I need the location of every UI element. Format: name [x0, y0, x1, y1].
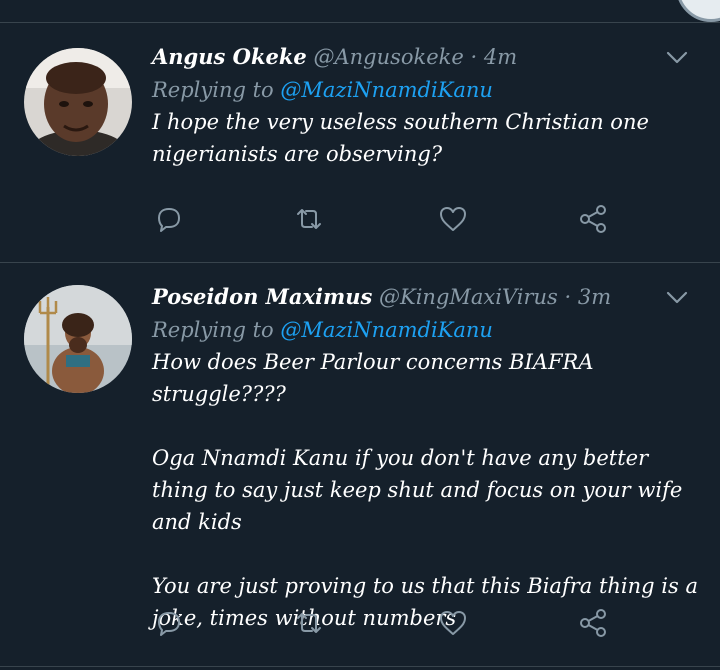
retweet-button[interactable] — [292, 606, 332, 646]
tweet-actions — [152, 606, 622, 646]
tweet-text: I hope the very useless southern Christi… — [152, 106, 700, 170]
chevron-down-icon — [666, 51, 688, 64]
author-name[interactable]: Angus Okeke — [152, 44, 307, 69]
retweet-icon — [297, 209, 321, 229]
divider-bottom — [0, 666, 720, 667]
share-icon — [580, 205, 606, 233]
mention-link[interactable]: @MaziNnamdiKanu — [280, 318, 493, 342]
tweet-menu-button[interactable] — [662, 282, 692, 312]
reply-button[interactable] — [152, 202, 192, 242]
like-button[interactable] — [436, 606, 476, 646]
separator-dot: · — [470, 45, 478, 69]
share-button[interactable] — [576, 202, 616, 242]
tweet-paragraph: How does Beer Parlour concerns BIAFRA st… — [152, 350, 594, 406]
speech-bubble-icon — [158, 612, 180, 636]
replying-to-label: Replying to — [152, 318, 274, 342]
timestamp[interactable]: 4m — [484, 45, 517, 69]
mention-link[interactable]: @MaziNnamdiKanu — [280, 78, 493, 102]
replying-to-line: Replying to @MaziNnamdiKanu — [152, 74, 700, 106]
replying-to-line: Replying to @MaziNnamdiKanu — [152, 314, 700, 346]
tweet-actions — [152, 202, 622, 242]
replying-to-label: Replying to — [152, 78, 274, 102]
tweet-menu-button[interactable] — [662, 42, 692, 72]
tweet-2[interactable]: Poseidon Maximus @KingMaxiVirus · 3m Rep… — [0, 263, 720, 670]
tweet-paragraph: Oga Nnamdi Kanu if you don't have any be… — [152, 446, 683, 534]
reply-button[interactable] — [152, 606, 192, 646]
chevron-down-icon — [666, 291, 688, 304]
heart-icon — [440, 207, 466, 231]
avatar[interactable] — [24, 48, 132, 156]
timestamp[interactable]: 3m — [578, 285, 611, 309]
retweet-icon — [297, 613, 321, 633]
retweet-button[interactable] — [292, 202, 332, 242]
tweet-1[interactable]: Angus Okeke @Angusokeke · 4m Replying to… — [0, 22, 720, 262]
corner-fab-edge[interactable] — [676, 0, 720, 22]
speech-bubble-icon — [158, 208, 180, 232]
author-name[interactable]: Poseidon Maximus — [152, 284, 372, 309]
avatar-photo-angus — [24, 48, 132, 156]
author-handle[interactable]: @KingMaxiVirus — [379, 285, 558, 309]
author-handle[interactable]: @Angusokeke — [313, 45, 463, 69]
tweet-text: How does Beer Parlour concerns BIAFRA st… — [152, 346, 700, 634]
share-icon — [580, 609, 606, 637]
heart-icon — [440, 611, 466, 635]
tweet-paragraph: I hope the very useless southern Christi… — [152, 110, 649, 166]
avatar-photo-poseidon — [24, 285, 132, 393]
like-button[interactable] — [436, 202, 476, 242]
avatar[interactable] — [24, 285, 132, 393]
share-button[interactable] — [576, 606, 616, 646]
separator-dot: · — [564, 285, 572, 309]
